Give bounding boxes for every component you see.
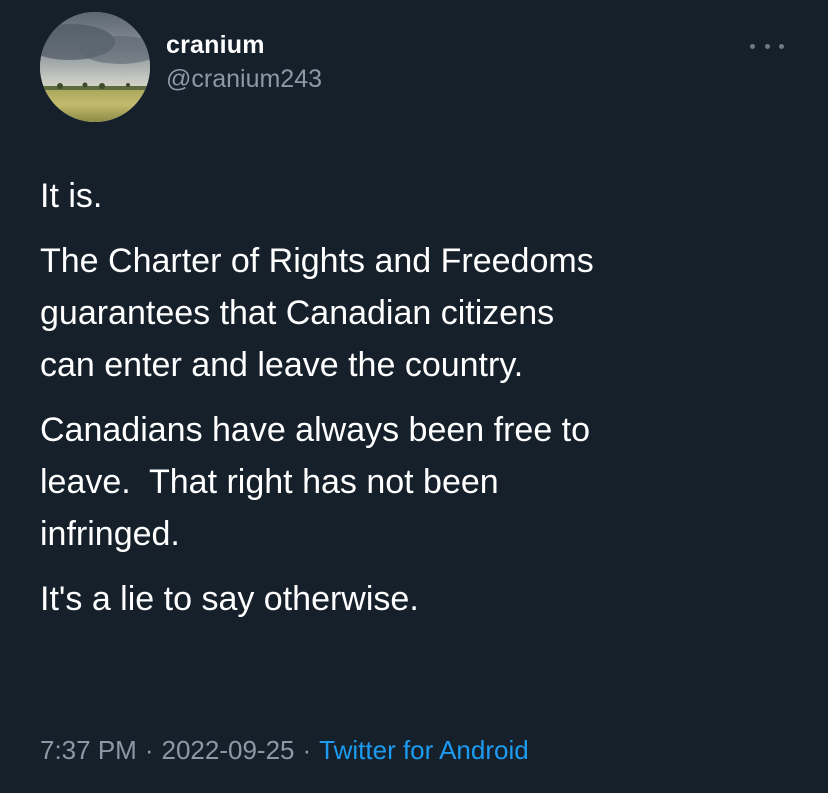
- more-horizontal-icon-dot: [779, 43, 784, 49]
- tweet-time[interactable]: 7:37 PM: [40, 735, 137, 765]
- tweet-card: cranium @cranium243 It is. The Charter o…: [0, 0, 828, 793]
- tweet-date[interactable]: 2022-09-25: [162, 735, 295, 765]
- tweet-paragraph: It is.: [40, 177, 103, 215]
- more-horizontal-icon-dot: [764, 43, 770, 49]
- avatar[interactable]: [40, 12, 150, 122]
- tweet-source-link[interactable]: Twitter for Android: [319, 735, 529, 765]
- tweet-paragraph: The Charter of Rights and Freedoms guara…: [40, 242, 594, 384]
- more-options-button[interactable]: [750, 36, 784, 56]
- tweet-text: It is. The Charter of Rights and Freedom…: [40, 170, 800, 638]
- author-info[interactable]: cranium @cranium243: [166, 28, 322, 96]
- tweet-paragraph: Canadians have always been free to leave…: [40, 411, 591, 553]
- more-horizontal-icon: [750, 43, 755, 49]
- display-name[interactable]: cranium: [166, 28, 322, 62]
- tweet-paragraph: It's a lie to say otherwise.: [40, 580, 419, 618]
- tweet-metadata: 7:37 PM · 2022-09-25 · Twitter for Android: [40, 730, 529, 770]
- separator: ·: [144, 735, 154, 765]
- separator: ·: [302, 735, 312, 765]
- user-handle[interactable]: @cranium243: [166, 62, 322, 96]
- landscape-avatar-icon: [40, 12, 150, 122]
